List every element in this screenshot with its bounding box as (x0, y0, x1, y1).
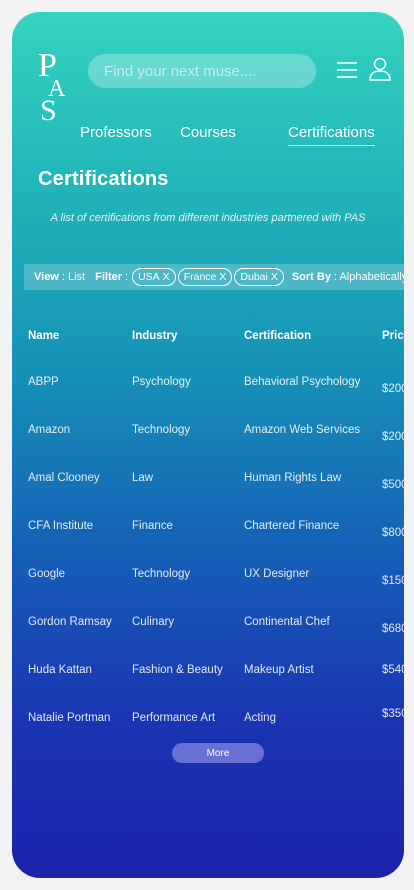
tab-professors[interactable]: Professors (80, 124, 152, 141)
cell-industry: Culinary (132, 616, 175, 628)
cell-price: $680 (382, 623, 404, 635)
sort-value: : Alphabetically (333, 271, 404, 283)
page-subtitle: A list of certifications from different … (50, 212, 366, 224)
cell-certification: Continental Chef (244, 616, 330, 628)
cell-certification: UX Designer (244, 568, 310, 580)
cell-name: Amazon (28, 424, 71, 436)
search-input[interactable] (102, 61, 302, 81)
cell-name: Google (28, 568, 66, 580)
cell-name: Huda Kattan (28, 664, 92, 676)
table-row[interactable]: ABPP Psychology Behavioral Psychology $2… (12, 376, 404, 424)
filter-bar: View : List Filter : USA X France X Duba… (24, 264, 404, 290)
chip-label: Dubai (240, 271, 268, 283)
header-industry[interactable]: Industry (132, 330, 177, 342)
main-nav: Professors Courses Certifications (12, 124, 404, 150)
cell-certification: Human Rights Law (244, 472, 342, 484)
cell-price: $200 (382, 431, 404, 443)
sort-label: Sort By (291, 271, 331, 283)
menu-icon[interactable] (336, 59, 358, 81)
filter-label: Filter (95, 271, 123, 283)
cell-industry: Fashion & Beauty (132, 664, 223, 676)
cell-certification: Amazon Web Services (244, 424, 361, 436)
certifications-table: Name Industry Certification Price ABPP P… (12, 330, 404, 724)
cell-industry: Law (132, 472, 154, 484)
filter-chip-usa[interactable]: USA X (132, 268, 176, 286)
cell-industry: Performance Art (132, 712, 216, 724)
table-row[interactable]: Google Technology UX Designer $150 (12, 568, 404, 616)
logo-monogram: P A S (38, 47, 66, 127)
chip-label: USA (138, 271, 160, 283)
app-screen: P A S Professors Courses Certifications … (12, 12, 404, 878)
header-certification[interactable]: Certification (244, 330, 311, 342)
cell-name: Gordon Ramsay (28, 616, 112, 628)
cell-name: Natalie Portman (28, 712, 111, 724)
table-row[interactable]: Gordon Ramsay Culinary Continental Chef … (12, 616, 404, 664)
header-price[interactable]: Price (382, 330, 404, 342)
filter-chip-france[interactable]: France X (177, 268, 233, 286)
cell-industry: Technology (132, 424, 191, 436)
table-row[interactable]: Amal Clooney Law Human Rights Law $500 (12, 472, 404, 520)
close-icon[interactable]: X (163, 271, 170, 283)
close-icon[interactable]: X (219, 271, 226, 283)
filter-chip-dubai[interactable]: Dubai X (234, 268, 284, 286)
table-body: ABPP Psychology Behavioral Psychology $2… (12, 376, 404, 760)
logo-letter-s: S (40, 94, 57, 124)
pas-logo[interactable]: P A S (34, 46, 86, 127)
view-label: View (34, 271, 59, 283)
table-row[interactable]: CFA Institute Finance Chartered Finance … (12, 520, 404, 568)
cell-certification: Acting (244, 712, 276, 724)
cell-price: $540 (382, 664, 404, 676)
cell-industry: Technology (132, 568, 191, 580)
cell-industry: Finance (132, 520, 173, 532)
tab-certifications[interactable]: Certifications (288, 124, 375, 146)
filter-colon: : (125, 271, 129, 283)
chip-label: France (183, 271, 217, 283)
sort-control[interactable]: Sort By: Alphabetically (292, 271, 404, 283)
tab-courses[interactable]: Courses (180, 124, 236, 141)
cell-industry: Psychology (132, 376, 191, 388)
page-title: Certifications (38, 168, 169, 190)
view-value[interactable]: : List (62, 271, 85, 283)
header-name[interactable]: Name (28, 330, 59, 342)
cell-name: ABPP (28, 376, 59, 388)
cell-certification: Behavioral Psychology (244, 376, 361, 388)
more-button[interactable]: More (172, 743, 264, 763)
table-header: Name Industry Certification Price (12, 330, 404, 350)
cell-price: $150 (382, 575, 404, 587)
cell-price: $350 (382, 708, 404, 720)
user-icon[interactable] (368, 56, 392, 82)
cell-certification: Makeup Artist (244, 664, 314, 676)
cell-name: Amal Clooney (28, 472, 100, 484)
cell-certification: Chartered Finance (244, 520, 340, 532)
close-icon[interactable]: X (271, 271, 278, 283)
cell-price: $800 (382, 527, 404, 539)
cell-price: $500 (382, 479, 404, 491)
cell-name: CFA Institute (28, 520, 94, 532)
cell-price: $200 (382, 383, 404, 395)
table-row[interactable]: Amazon Technology Amazon Web Services $2… (12, 424, 404, 472)
search-bar[interactable] (88, 54, 316, 88)
table-row[interactable]: Huda Kattan Fashion & Beauty Makeup Arti… (12, 664, 404, 712)
